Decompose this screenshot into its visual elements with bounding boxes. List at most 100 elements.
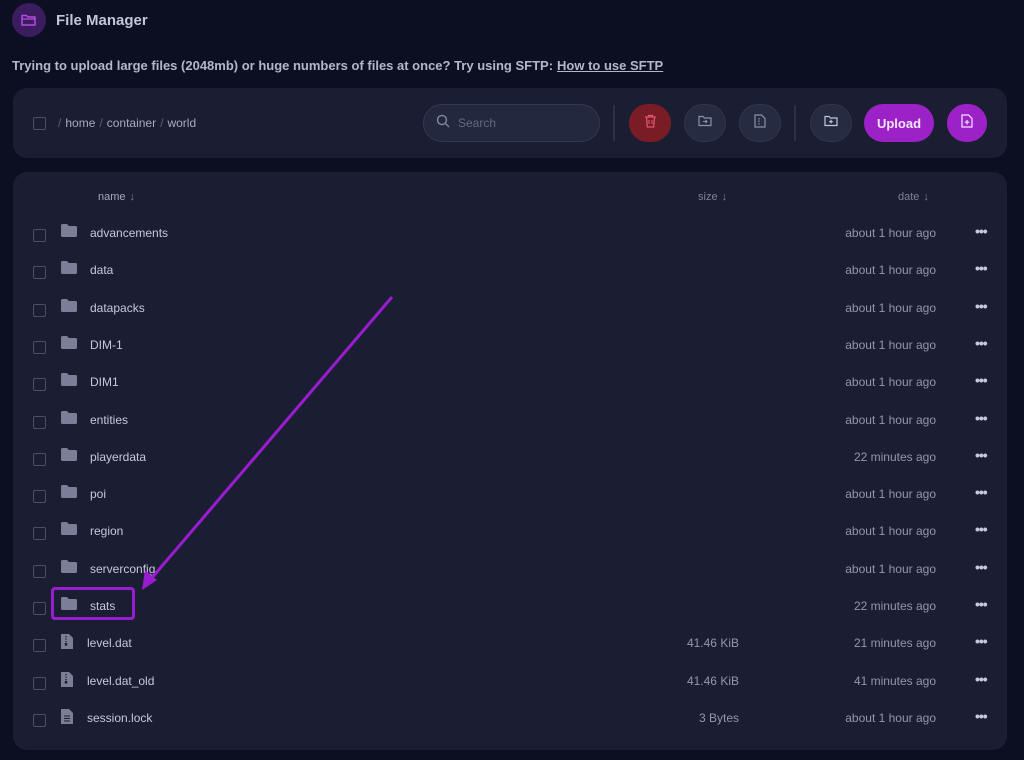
- table-row[interactable]: serverconfig about 1 hour ago •••: [13, 548, 1007, 585]
- file-name[interactable]: advancements: [90, 226, 168, 240]
- size-column-header[interactable]: size ↓: [698, 191, 727, 203]
- table-row[interactable]: level.dat_old 41.46 KiB 41 minutes ago •••: [13, 660, 1007, 697]
- app-title: File Manager: [56, 11, 148, 29]
- more-options-icon[interactable]: •••: [975, 372, 988, 388]
- file-name[interactable]: data: [90, 263, 113, 277]
- folder-icon: [61, 522, 77, 540]
- select-all-checkbox[interactable]: [33, 117, 46, 130]
- table-row[interactable]: entities about 1 hour ago •••: [13, 399, 1007, 436]
- folder-icon: [61, 485, 77, 503]
- stats-highlight-box: [51, 587, 135, 620]
- file-name[interactable]: datapacks: [90, 301, 145, 315]
- row-checkbox[interactable]: [33, 564, 46, 578]
- delete-button[interactable]: [629, 104, 671, 142]
- more-options-icon[interactable]: •••: [975, 596, 988, 612]
- row-checkbox[interactable]: [33, 378, 46, 392]
- row-checkbox[interactable]: [33, 639, 46, 653]
- name-column-header[interactable]: name ↓: [98, 191, 135, 203]
- more-options-icon[interactable]: •••: [975, 708, 988, 724]
- folder-open-icon: [12, 3, 46, 37]
- file-date: 21 minutes ago: [853, 636, 936, 651]
- more-options-icon[interactable]: •••: [975, 260, 988, 276]
- breadcrumb-container[interactable]: container: [107, 116, 156, 130]
- table-row[interactable]: session.lock 3 Bytes about 1 hour ago •••: [13, 697, 1007, 734]
- move-button[interactable]: [684, 104, 726, 142]
- search-icon: [436, 114, 450, 133]
- file-date: 22 minutes ago: [853, 449, 936, 464]
- file-name[interactable]: poi: [90, 487, 106, 501]
- file-size: 3 Bytes: [698, 710, 739, 725]
- more-options-icon[interactable]: •••: [975, 223, 988, 239]
- search-box[interactable]: [423, 104, 600, 142]
- new-folder-button[interactable]: [810, 104, 852, 142]
- file-date: 41 minutes ago: [853, 673, 936, 688]
- file-name[interactable]: level.dat_old: [87, 674, 154, 688]
- sftp-notice-text: Trying to upload large files (2048mb) or…: [12, 58, 554, 73]
- file-date: about 1 hour ago: [845, 710, 936, 725]
- breadcrumb-home[interactable]: home: [65, 116, 95, 130]
- file-name[interactable]: level.dat: [87, 636, 132, 650]
- sort-arrow-icon: ↓: [129, 191, 136, 203]
- sort-arrow-icon: ↓: [923, 191, 929, 203]
- file-name[interactable]: session.lock: [87, 711, 152, 725]
- table-row[interactable]: stats 22 minutes ago •••: [13, 585, 1007, 622]
- folder-icon: [61, 373, 77, 391]
- table-row[interactable]: advancements about 1 hour ago •••: [13, 212, 1007, 249]
- app-header: File Manager: [12, 3, 148, 37]
- row-checkbox[interactable]: [33, 452, 46, 466]
- row-checkbox[interactable]: [33, 340, 46, 354]
- folder-icon: [61, 261, 77, 279]
- table-row[interactable]: DIM-1 about 1 hour ago •••: [13, 324, 1007, 361]
- folder-icon: [61, 559, 77, 578]
- file-name[interactable]: entities: [90, 413, 128, 427]
- file-name[interactable]: serverconfig: [90, 562, 155, 576]
- more-options-icon[interactable]: •••: [975, 633, 988, 649]
- more-options-icon[interactable]: •••: [975, 335, 988, 351]
- sftp-help-link[interactable]: How to use SFTP: [557, 58, 663, 73]
- file-name[interactable]: region: [90, 524, 123, 538]
- more-options-icon[interactable]: •••: [975, 410, 988, 426]
- sort-arrow-icon: ↓: [721, 191, 728, 203]
- table-row[interactable]: data about 1 hour ago •••: [13, 249, 1007, 286]
- row-checkbox[interactable]: [33, 602, 46, 615]
- more-options-icon[interactable]: •••: [975, 559, 988, 575]
- more-options-icon[interactable]: •••: [975, 521, 988, 537]
- more-options-icon[interactable]: •••: [975, 484, 988, 500]
- file-size: 41.46 KiB: [686, 673, 739, 688]
- table-row[interactable]: level.dat 41.46 KiB 21 minutes ago •••: [13, 622, 1007, 659]
- folder-icon: [61, 410, 77, 429]
- new-file-button[interactable]: [947, 104, 987, 142]
- file-name[interactable]: DIM1: [90, 375, 119, 389]
- row-checkbox[interactable]: [33, 527, 46, 541]
- table-row[interactable]: datapacks about 1 hour ago •••: [13, 287, 1007, 324]
- row-checkbox[interactable]: [33, 229, 46, 242]
- file-table: name ↓ size ↓ date ↓ advancements about 1 ho…: [13, 172, 1007, 750]
- file-size: 41.46 KiB: [686, 636, 739, 651]
- table-row[interactable]: DIM1 about 1 hour ago •••: [13, 361, 1007, 398]
- file-plus-icon: [961, 113, 973, 133]
- sftp-notice: Trying to upload large files (2048mb) or…: [12, 58, 663, 73]
- row-checkbox[interactable]: [33, 303, 46, 317]
- file-date: about 1 hour ago: [845, 300, 936, 315]
- upload-button[interactable]: Upload: [864, 104, 934, 142]
- row-checkbox[interactable]: [33, 713, 46, 727]
- more-options-icon[interactable]: •••: [975, 298, 988, 314]
- row-checkbox[interactable]: [33, 490, 46, 504]
- archive-button[interactable]: [739, 104, 781, 142]
- file-name[interactable]: DIM-1: [90, 338, 123, 352]
- row-checkbox[interactable]: [33, 415, 46, 429]
- table-row[interactable]: playerdata 22 minutes ago •••: [13, 436, 1007, 473]
- row-checkbox[interactable]: [33, 676, 46, 690]
- table-row[interactable]: region about 1 hour ago •••: [13, 510, 1007, 547]
- breadcrumb-world[interactable]: world: [167, 116, 196, 130]
- table-row[interactable]: poi about 1 hour ago •••: [13, 473, 1007, 510]
- date-column-header[interactable]: date ↓: [898, 191, 929, 203]
- file-archive-icon: [754, 113, 766, 133]
- more-options-icon[interactable]: •••: [975, 671, 988, 687]
- file-date: about 1 hour ago: [845, 375, 936, 390]
- breadcrumb: / home / container / world: [58, 116, 197, 130]
- search-input[interactable]: [458, 116, 578, 130]
- more-options-icon[interactable]: •••: [975, 447, 988, 463]
- file-name[interactable]: playerdata: [90, 450, 146, 464]
- row-checkbox[interactable]: [33, 266, 46, 280]
